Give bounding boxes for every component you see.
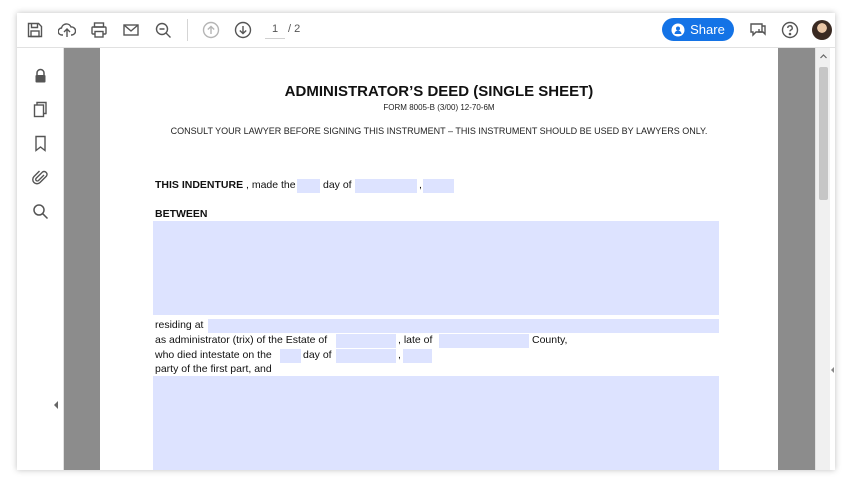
pages-icon[interactable]: [30, 99, 50, 119]
share-label: Share: [690, 22, 725, 37]
died-year-field[interactable]: [403, 349, 432, 363]
avatar[interactable]: [812, 20, 832, 40]
bookmark-icon[interactable]: [30, 133, 50, 153]
county-text: County,: [532, 334, 568, 346]
died-day-field[interactable]: [280, 349, 301, 363]
between-heading: BETWEEN: [155, 208, 208, 220]
lock-icon[interactable]: [30, 65, 50, 85]
document-title: ADMINISTRATOR’S DEED (SINGLE SHEET): [284, 83, 594, 100]
share-button[interactable]: Share: [662, 18, 734, 41]
upload-icon[interactable]: [57, 20, 77, 40]
scroll-thumb[interactable]: [819, 67, 828, 200]
right-panel-edge: [830, 48, 835, 470]
indenture-day-field[interactable]: [297, 179, 320, 193]
zoom-search-icon[interactable]: [153, 20, 173, 40]
died-comma: ,: [398, 349, 401, 361]
indenture-made-text: , made the: [246, 179, 296, 191]
second-party-name-field[interactable]: [153, 376, 719, 470]
indenture-heading: THIS INDENTURE: [155, 179, 244, 191]
page-down-icon[interactable]: [233, 20, 253, 40]
page-total: / 2: [288, 23, 301, 35]
party-first-part-text: party of the first part, and: [155, 363, 272, 375]
form-code: FORM 8005-B (3/00) 12-70-6M: [383, 103, 495, 112]
toolbar-divider: [187, 19, 188, 41]
collapse-left-panel-icon[interactable]: [53, 400, 59, 410]
late-of-field[interactable]: [439, 334, 529, 348]
top-toolbar: 1 / 2 Share: [17, 13, 835, 48]
indenture-year-field[interactable]: [423, 179, 454, 193]
pdf-viewer-window: 1 / 2 Share ADMINISTRATOR’S DEED (SINGLE…: [17, 13, 835, 470]
print-icon[interactable]: [89, 20, 109, 40]
first-party-name-field[interactable]: [153, 221, 719, 315]
indenture-month-field[interactable]: [355, 179, 417, 193]
late-of-text: , late of: [398, 334, 433, 346]
document-viewport[interactable]: ADMINISTRATOR’S DEED (SINGLE SHEET) FORM…: [64, 48, 815, 470]
estate-of-field[interactable]: [336, 334, 396, 348]
consult-notice: CONSULT YOUR LAWYER BEFORE SIGNING THIS …: [170, 126, 708, 136]
indenture-comma: ,: [419, 179, 422, 191]
share-person-icon: [671, 23, 685, 36]
indenture-day-of-text: day of: [323, 179, 352, 191]
email-icon[interactable]: [121, 20, 141, 40]
search-icon[interactable]: [30, 201, 50, 221]
attachment-icon[interactable]: [30, 167, 50, 187]
died-intestate-text: who died intestate on the: [155, 349, 272, 361]
died-day-of-text: day of: [303, 349, 332, 361]
comment-icon[interactable]: [748, 20, 768, 40]
residing-at-label: residing at: [155, 319, 204, 331]
scroll-up-icon[interactable]: [819, 52, 828, 61]
died-month-field[interactable]: [336, 349, 396, 363]
page-up-icon[interactable]: [201, 20, 221, 40]
pdf-page: ADMINISTRATOR’S DEED (SINGLE SHEET) FORM…: [100, 48, 778, 470]
help-icon[interactable]: [780, 20, 800, 40]
residing-at-field[interactable]: [208, 319, 719, 333]
collapse-right-panel-icon[interactable]: [830, 365, 835, 375]
save-icon[interactable]: [25, 20, 45, 40]
vertical-scrollbar[interactable]: [815, 48, 831, 470]
page-number-input[interactable]: 1: [265, 20, 285, 39]
administrator-text: as administrator (trix) of the Estate of: [155, 334, 328, 346]
left-rail: [17, 48, 64, 470]
